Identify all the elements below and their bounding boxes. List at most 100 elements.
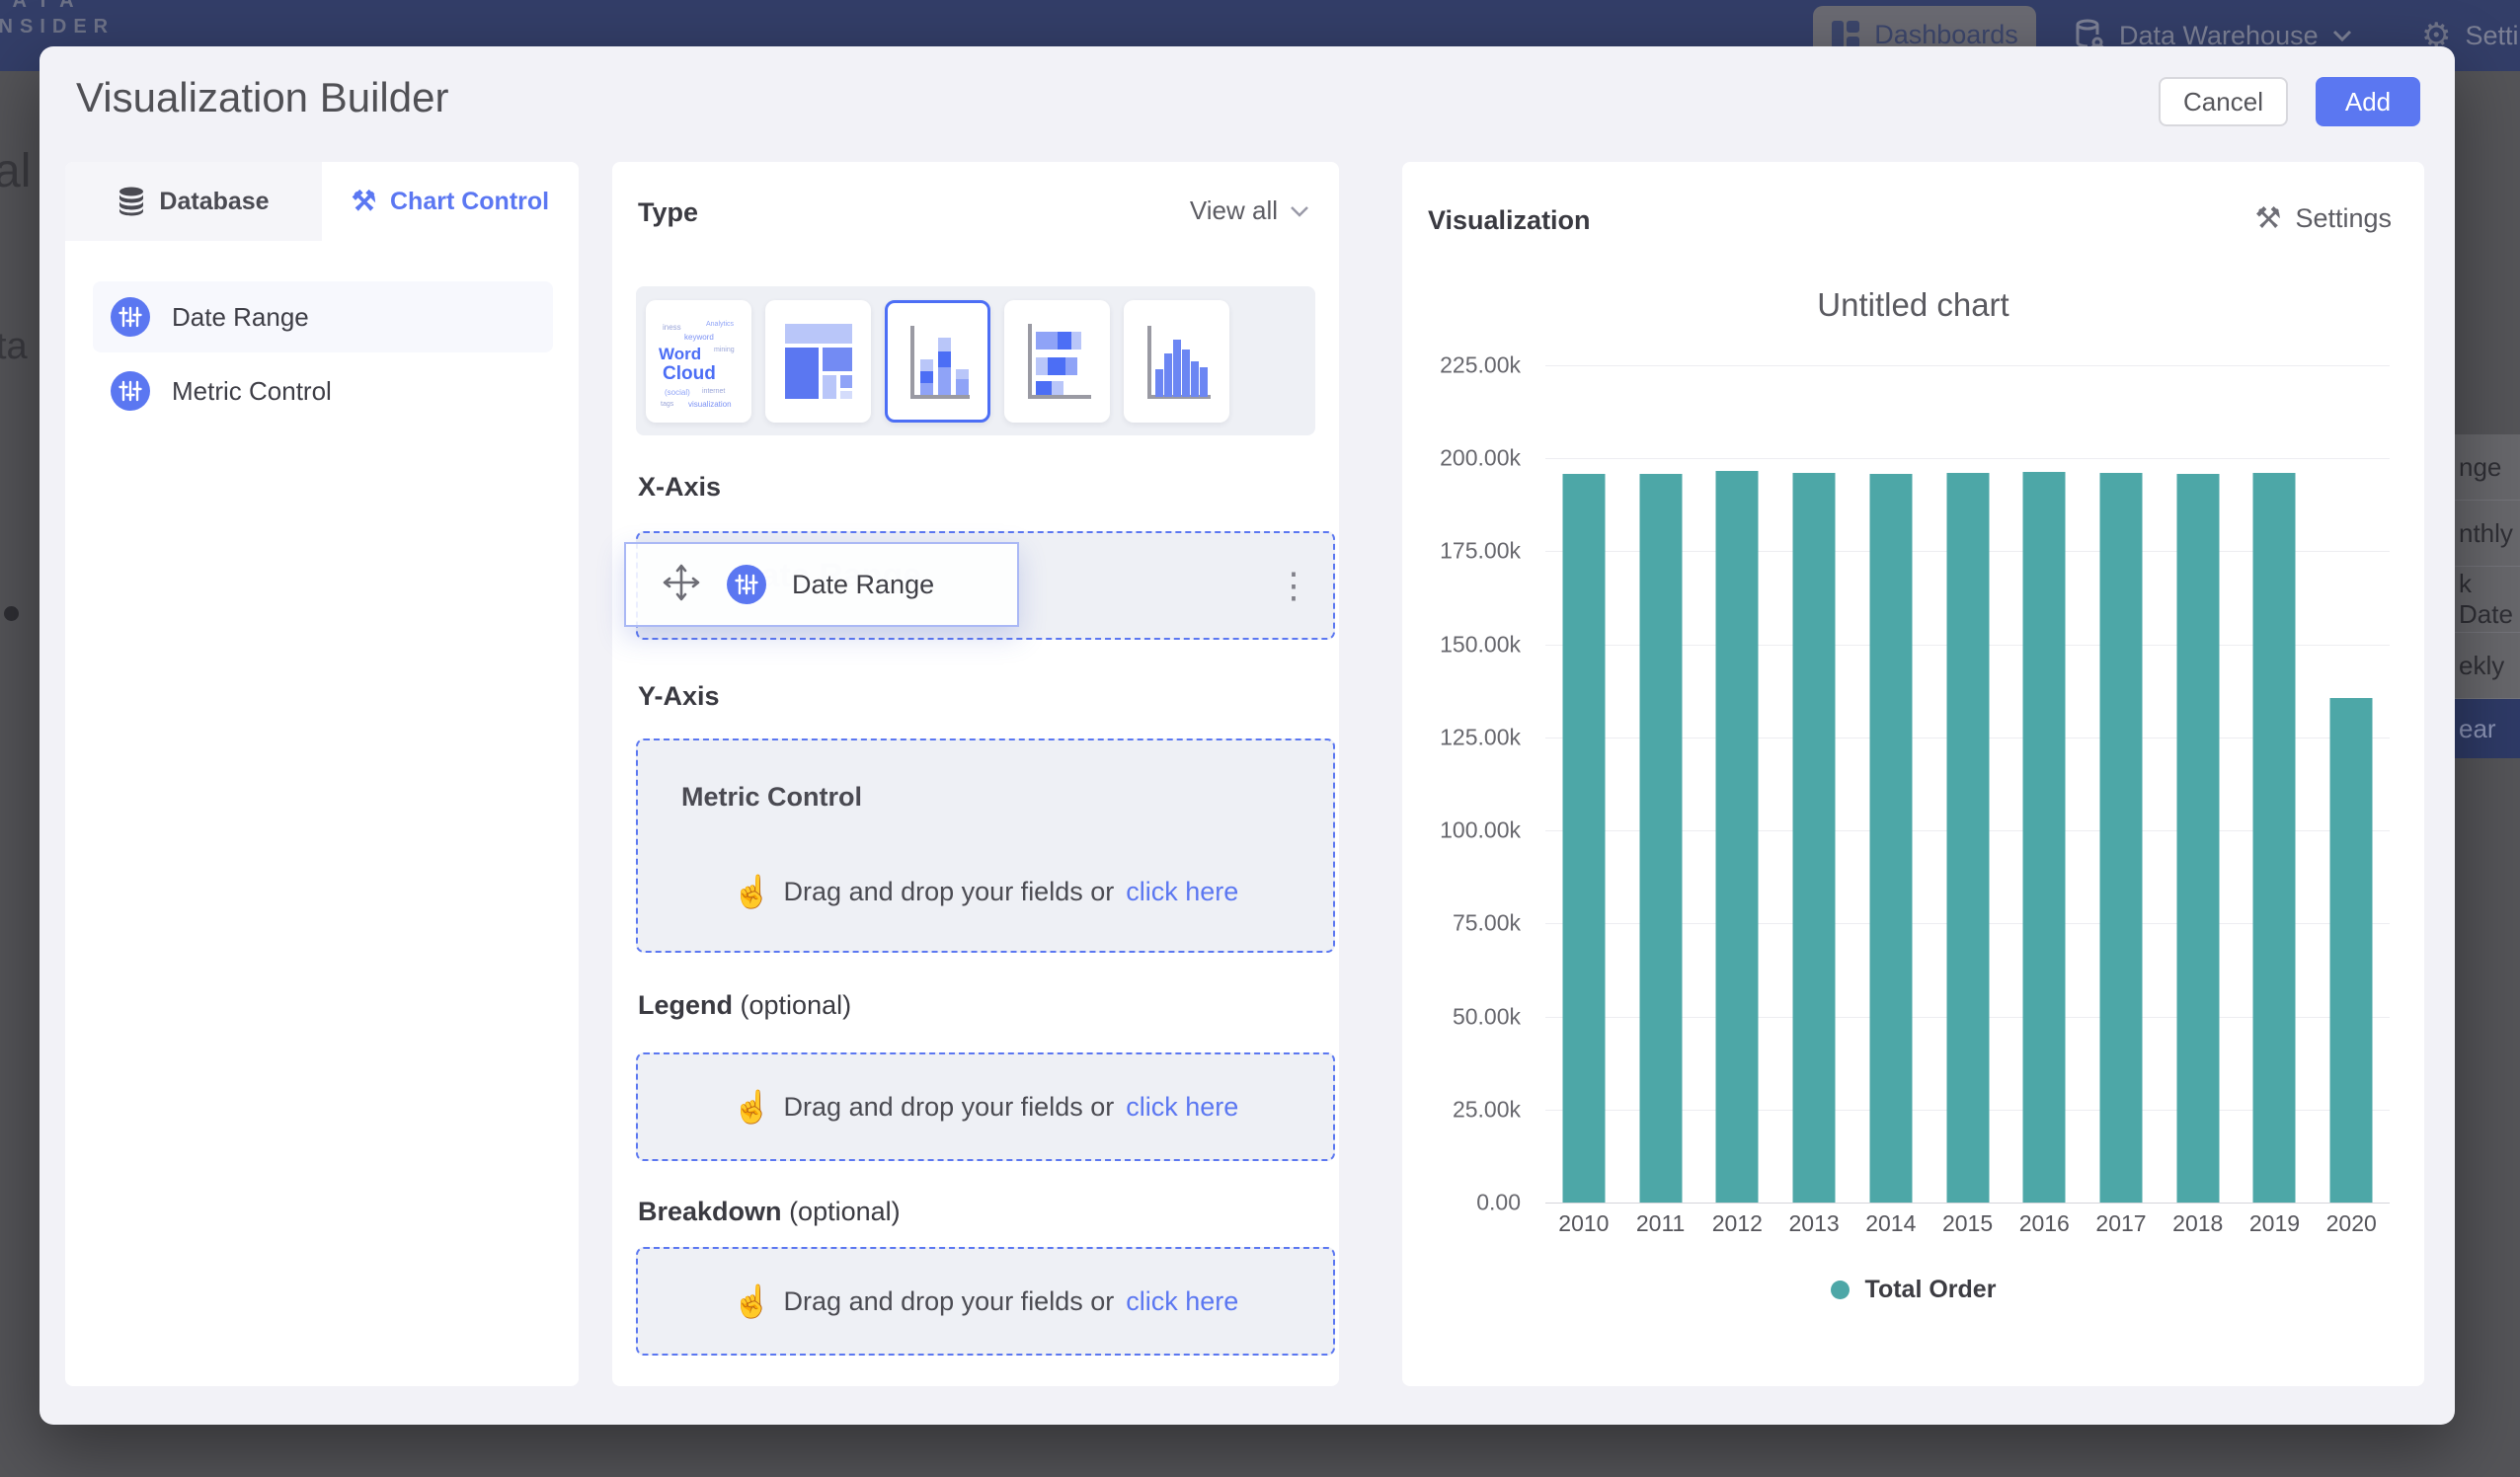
background-dropdown-list: nge nthly k Date ekly ear: [2455, 434, 2520, 758]
x-tick-label: 2015: [1929, 1210, 2007, 1237]
bar-2018: [2176, 474, 2219, 1203]
x-axis-dropzone[interactable]: Date Range ⋮ Date Range: [636, 531, 1335, 640]
bar-slot: [2083, 365, 2160, 1203]
settings-label: Settings: [2295, 203, 2392, 234]
bar-2020: [2330, 698, 2373, 1203]
dropdown-item[interactable]: nge: [2455, 434, 2520, 501]
bar-slot: [1622, 365, 1699, 1203]
fields-panel-tabs: Database ⚒ Chart Control: [65, 162, 579, 241]
y-tick-label: 125.00k: [1440, 724, 1521, 750]
chart-type-stacked-bar[interactable]: [1004, 300, 1110, 423]
x-tick-label: 2014: [1852, 1210, 1929, 1237]
svg-text:iness: iness: [663, 323, 681, 332]
chevron-down-icon: [1290, 205, 1309, 217]
bar-2019: [2253, 473, 2296, 1203]
drop-hint: ☝ Drag and drop your fields or click her…: [638, 1088, 1333, 1126]
chart-legend[interactable]: Total Order: [1402, 1276, 2424, 1304]
y-axis-dropzone[interactable]: Metric Control ☝ Drag and drop your fiel…: [636, 738, 1335, 953]
field-item-metric-control[interactable]: Metric Control: [93, 355, 553, 427]
y-tick-label: 175.00k: [1440, 538, 1521, 565]
click-here-link[interactable]: click here: [1126, 1092, 1238, 1123]
x-tick-label: 2019: [2237, 1210, 2314, 1237]
settings-button[interactable]: ⚒ Settings: [2255, 201, 2392, 236]
kebab-menu-icon[interactable]: ⋮: [1276, 568, 1311, 603]
y-tick-label: 75.00k: [1453, 910, 1521, 937]
svg-text:visualization: visualization: [688, 400, 732, 409]
chart-type-treemap[interactable]: [765, 300, 871, 423]
bar-slot: [1545, 365, 1622, 1203]
x-tick-label: 2010: [1545, 1210, 1622, 1237]
breakdown-heading: Breakdown (optional): [638, 1197, 901, 1227]
tab-chart-control[interactable]: ⚒ Chart Control: [322, 162, 579, 241]
chart-bars: [1545, 365, 2390, 1203]
click-here-link[interactable]: click here: [1126, 877, 1238, 907]
tools-icon: ⚒: [352, 188, 376, 215]
tap-hand-icon: ☝: [733, 1283, 772, 1320]
legend-dot: [1831, 1281, 1850, 1299]
legend-optional-label: (optional): [741, 990, 852, 1020]
chip-label: Date Range: [792, 570, 934, 600]
chart-type-word-cloud[interactable]: iness Analytics keyword Word mining Clou…: [646, 300, 751, 423]
chart-type-strip: iness Analytics keyword Word mining Clou…: [636, 286, 1315, 435]
add-button[interactable]: Add: [2316, 77, 2420, 126]
legend-heading: Legend (optional): [638, 990, 851, 1021]
bar-slot: [1929, 365, 2007, 1203]
dropdown-item[interactable]: nthly: [2455, 501, 2520, 567]
drop-hint: ☝ Drag and drop your fields or click her…: [638, 873, 1333, 910]
chart-y-axis-labels: 225.00k200.00k175.00k150.00k125.00k100.0…: [1402, 365, 1521, 1203]
tab-database-label: Database: [159, 188, 269, 216]
svg-text:Word: Word: [659, 345, 701, 363]
type-heading: Type: [638, 197, 698, 228]
x-tick-label: 2012: [1698, 1210, 1775, 1237]
chart-plot-area: [1545, 365, 2390, 1203]
x-tick-label: 2017: [2083, 1210, 2160, 1237]
legend-dropzone[interactable]: ☝ Drag and drop your fields or click her…: [636, 1052, 1335, 1161]
view-all-button[interactable]: View all: [1190, 195, 1309, 226]
cancel-button[interactable]: Cancel: [2159, 77, 2288, 126]
svg-text:mining: mining: [714, 347, 735, 353]
bar-2012: [1716, 471, 1759, 1203]
x-tick-label: 2011: [1622, 1210, 1699, 1237]
click-here-link[interactable]: click here: [1126, 1286, 1238, 1317]
svg-text:keyword: keyword: [684, 333, 714, 342]
bar-2010: [1562, 474, 1605, 1203]
bar-2013: [1793, 473, 1836, 1203]
chart-type-stacked-column[interactable]: [885, 300, 990, 423]
drop-hint-text: Drag and drop your fields or: [784, 1286, 1115, 1317]
y-axis-heading: Y-Axis: [638, 681, 720, 712]
bullet-dot: [4, 606, 19, 621]
svg-text:tags: tags: [661, 401, 674, 408]
sliders-icon: [111, 297, 150, 337]
chart-type-column[interactable]: [1124, 300, 1229, 423]
dropdown-item-selected[interactable]: ear: [2455, 699, 2520, 758]
bar-2015: [1946, 473, 1989, 1203]
chart-title: Untitled chart: [1402, 286, 2424, 324]
modal-title: Visualization Builder: [76, 74, 448, 121]
chart-x-axis-labels: 2010201120122013201420152016201720182019…: [1545, 1210, 2390, 1237]
tab-database[interactable]: Database: [65, 162, 322, 241]
app-logo: DATA INSIDER: [0, 0, 115, 39]
tap-hand-icon: ☝: [733, 1088, 772, 1126]
dragged-field-chip[interactable]: Date Range: [624, 542, 1019, 627]
drop-hint-text: Drag and drop your fields or: [784, 1092, 1115, 1123]
builder-panel: Type View all iness Analytics keyword Wo…: [612, 162, 1339, 1386]
bar-slot: [2313, 365, 2390, 1203]
bar-2017: [2100, 473, 2143, 1203]
database-icon: [118, 187, 145, 216]
move-icon: [662, 563, 701, 607]
view-all-label: View all: [1190, 195, 1278, 226]
y-tick-label: 225.00k: [1440, 352, 1521, 379]
dropdown-item[interactable]: ekly: [2455, 633, 2520, 699]
svg-text:Cloud: Cloud: [663, 363, 716, 384]
field-item-date-range[interactable]: Date Range: [93, 281, 553, 352]
x-axis-heading: X-Axis: [638, 472, 721, 503]
y-tick-label: 200.00k: [1440, 445, 1521, 472]
chevron-down-icon: [2332, 30, 2352, 41]
y-tick-label: 150.00k: [1440, 631, 1521, 658]
bar-slot: [1775, 365, 1852, 1203]
dropdown-item[interactable]: k Date: [2455, 567, 2520, 633]
nav-settings-label: Settings: [2465, 21, 2520, 51]
dimmed-text-fragment: ta: [0, 326, 28, 368]
svg-text:internet: internet: [702, 388, 725, 395]
breakdown-dropzone[interactable]: ☝ Drag and drop your fields or click her…: [636, 1247, 1335, 1356]
